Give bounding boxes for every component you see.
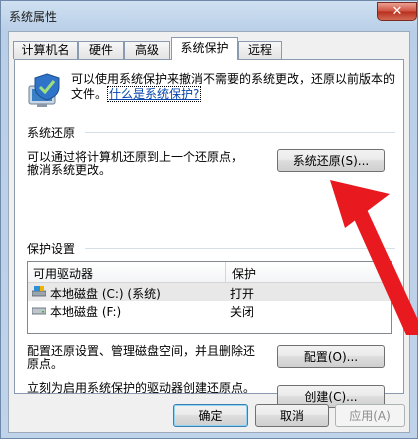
ok-button[interactable]: 确定 — [173, 404, 248, 427]
window-title: 系统属性 — [9, 10, 58, 24]
tab-system-protection[interactable]: 系统保护 — [171, 37, 238, 60]
system-restore-divider — [85, 132, 395, 133]
create-description: 立刻为启用系统保护的驱动器创建还原点。 — [27, 381, 256, 395]
drive-row-c[interactable]: 本地磁盘 (C:) (系统) 打开 — [28, 283, 391, 301]
title-bar[interactable]: 系统属性 ✕ — [1, 1, 417, 29]
column-separator[interactable] — [225, 262, 226, 282]
system-restore-button[interactable]: 系统还原(S)... — [277, 149, 385, 172]
configure-button[interactable]: 配置(O)... — [277, 345, 385, 368]
apply-button[interactable]: 应用(A) — [335, 404, 405, 427]
what-is-system-protection-link[interactable]: 什么是系统保护? — [107, 86, 202, 102]
drive-name: 本地磁盘 (F:) — [50, 305, 122, 319]
cancel-button[interactable]: 取消 — [255, 404, 329, 427]
drive-protection-status: 关闭 — [230, 305, 255, 319]
drive-row-f[interactable]: 本地磁盘 (F:) 关闭 — [28, 301, 391, 319]
drive-name: 本地磁盘 (C:) (系统) — [50, 287, 161, 301]
dialog-client-area: 计算机名 硬件 高级 系统保护 远程 可以使用系统保护来撤消不需要的系统更改，还… — [8, 31, 410, 433]
local-drive-icon — [32, 307, 46, 315]
protection-settings-divider — [85, 248, 395, 249]
system-drive-icon — [32, 286, 46, 297]
configure-description-line2: 原点。 — [27, 357, 64, 371]
column-protection[interactable]: 保护 — [232, 265, 256, 282]
system-properties-window: 系统属性 ✕ 计算机名 硬件 高级 系统保护 远程 可以使用系统保护来撤消不需要… — [0, 0, 418, 439]
column-available-drives[interactable]: 可用驱动器 — [33, 265, 93, 282]
system-restore-group-title: 系统还原 — [27, 126, 76, 140]
system-protection-icon — [28, 73, 60, 107]
system-protection-panel: 可以使用系统保护来撤消不需要的系统更改，还原以前版本的文件。 什么是系统保护? 系… — [14, 59, 404, 408]
close-button[interactable]: ✕ — [377, 2, 417, 21]
system-restore-description-line2: 撤消系统更改。 — [27, 163, 112, 177]
drive-protection-status: 打开 — [230, 287, 255, 301]
intro-text: 可以使用系统保护来撤消不需要的系统更改，还原以前版本的文件。 什么是系统保护? — [71, 72, 401, 102]
drive-list-header: 可用驱动器 保护 — [28, 262, 391, 283]
protection-settings-group-title: 保护设置 — [27, 242, 76, 256]
drive-list[interactable]: 可用驱动器 保护 本地磁盘 (C:) (系统) 打开 本地磁盘 (F:) 关闭 — [27, 261, 392, 334]
tab-advanced[interactable]: 高级 — [124, 41, 170, 59]
tab-remote[interactable]: 远程 — [238, 41, 282, 59]
tab-hardware[interactable]: 硬件 — [78, 41, 124, 59]
tab-computer-name[interactable]: 计算机名 — [13, 41, 78, 59]
